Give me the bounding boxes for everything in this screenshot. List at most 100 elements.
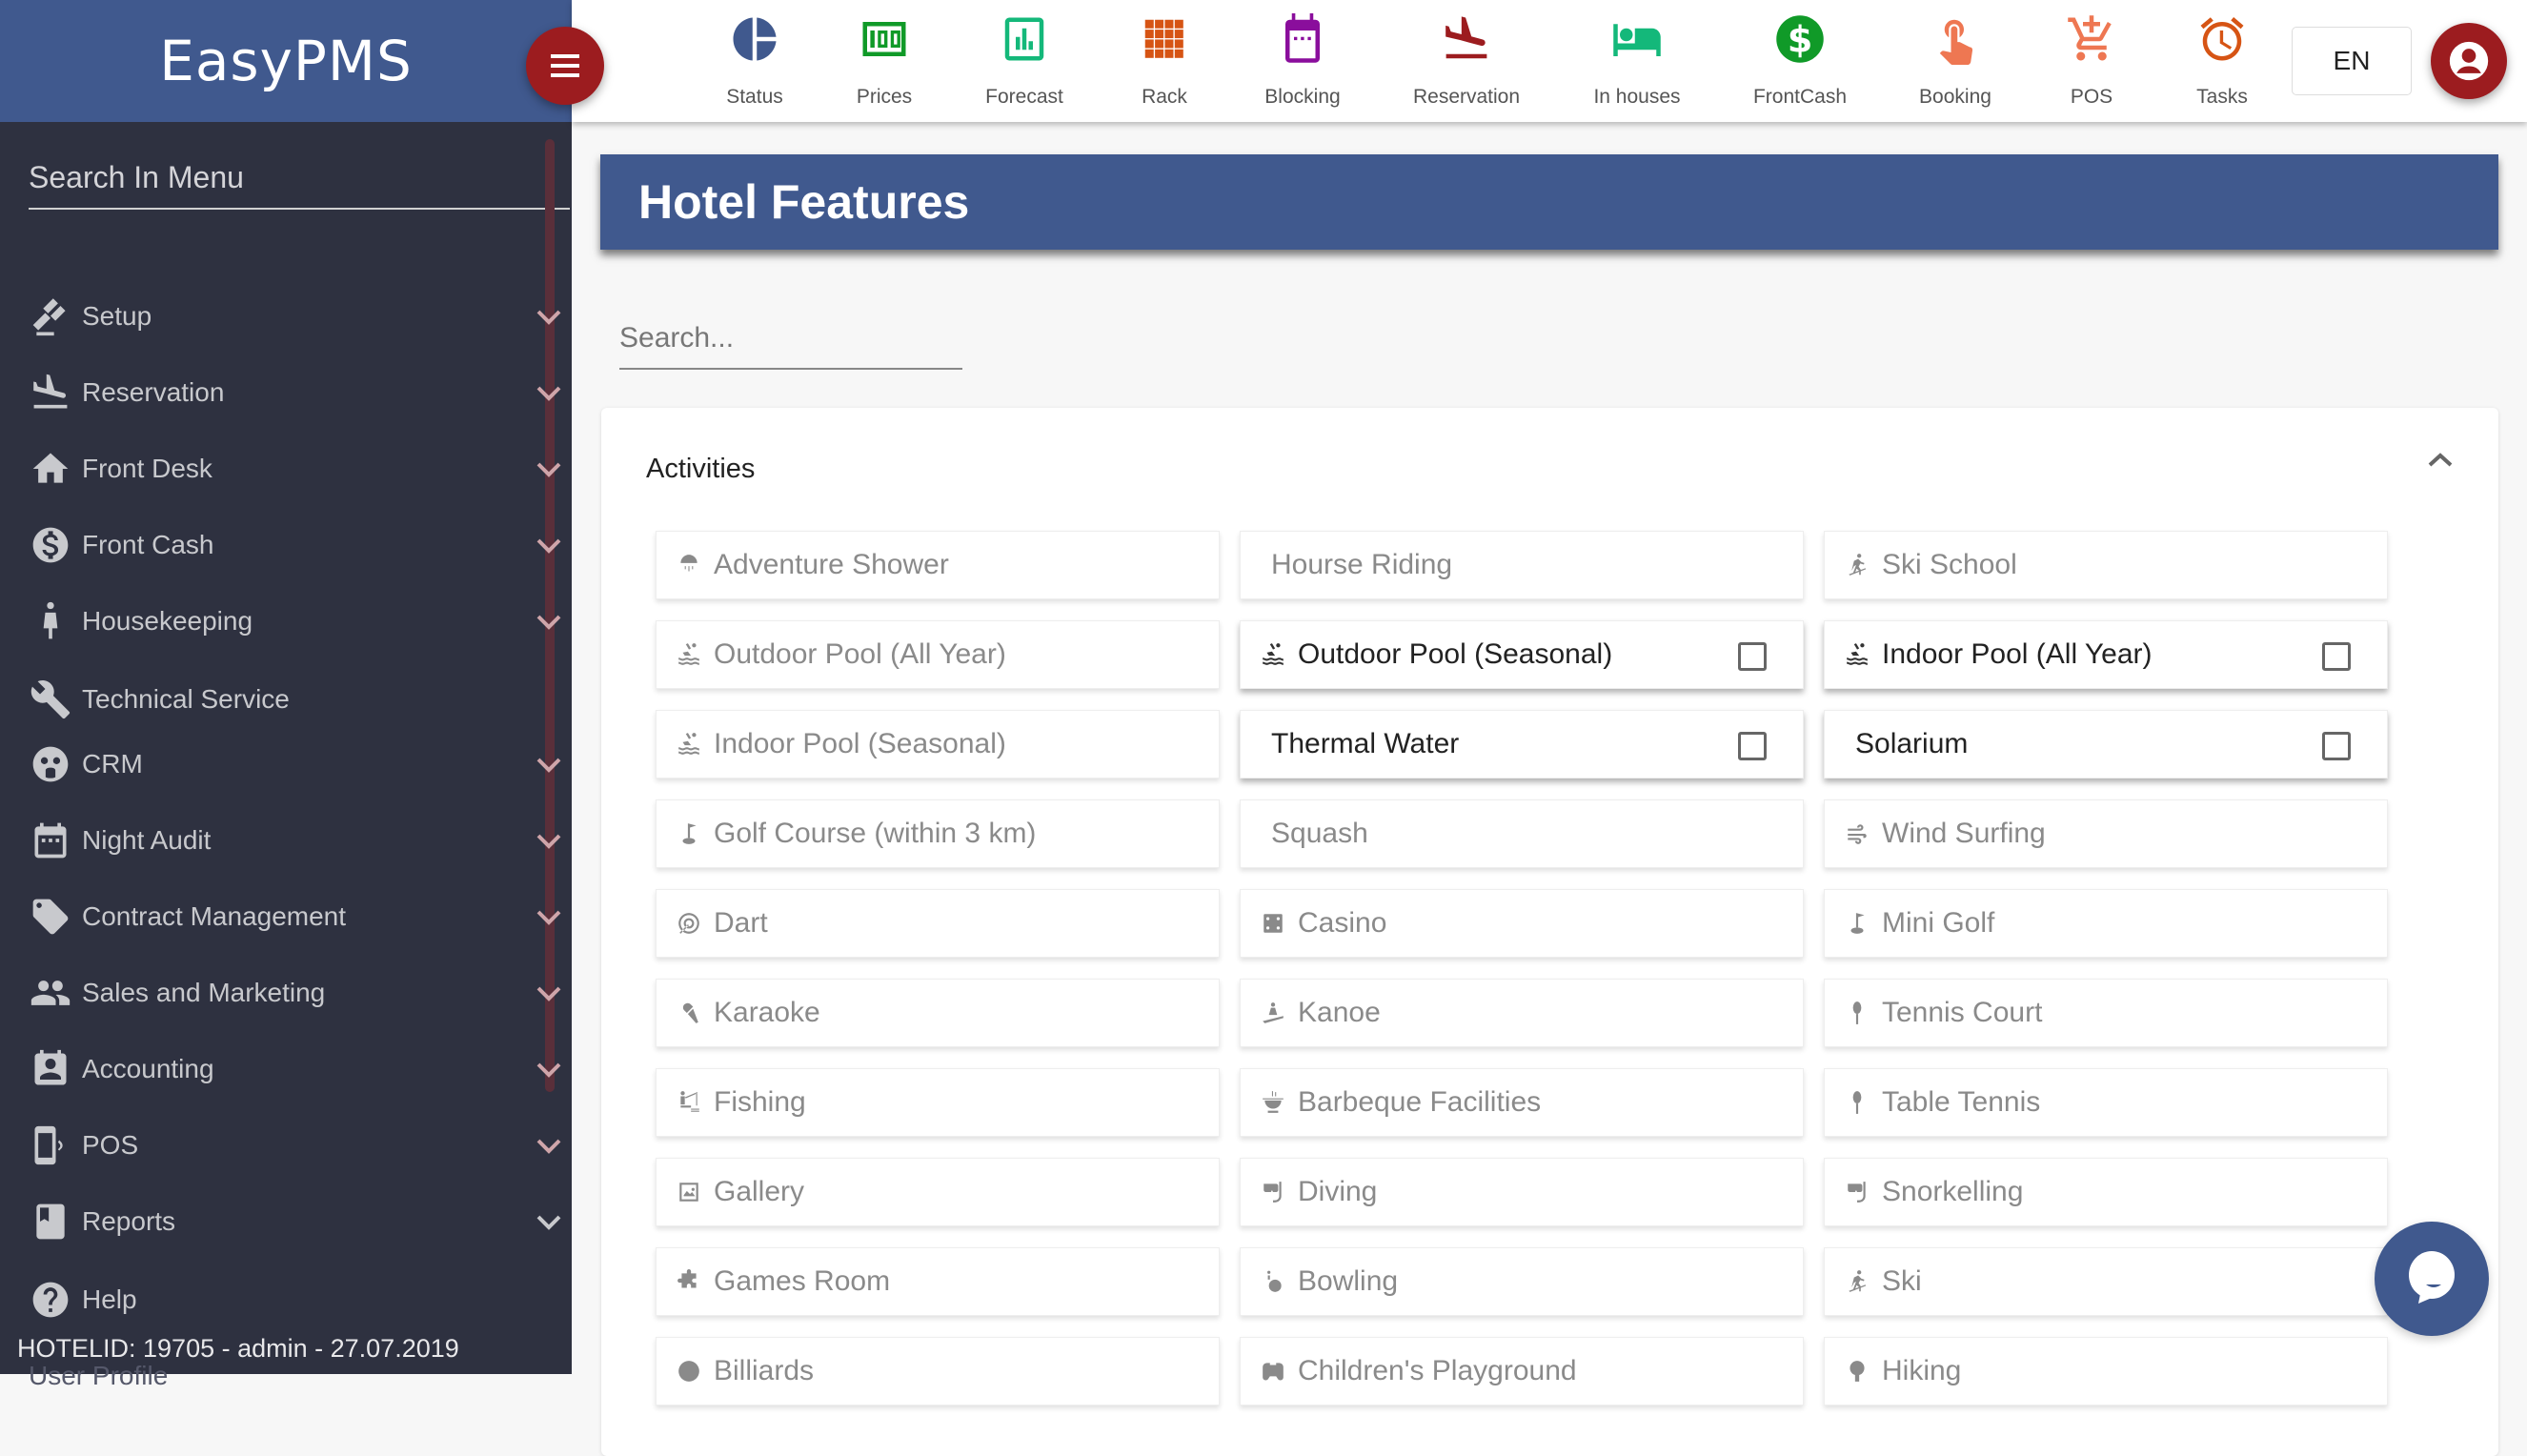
feature-checkbox[interactable] (1738, 642, 1767, 671)
sidebar-item-housekeeping[interactable]: Housekeeping (29, 593, 562, 650)
toolbar-blocking-button[interactable]: Blocking (1241, 11, 1365, 116)
sidebar-item-label: Reports (82, 1206, 176, 1236)
sidebar-item-label: Setup (82, 301, 152, 331)
sidebar-item-label: Front Cash (82, 530, 214, 559)
feature-card[interactable]: Children's Playground (1240, 1337, 1804, 1405)
feature-card[interactable]: Fishing (656, 1068, 1220, 1137)
feature-card[interactable]: Ski (1824, 1247, 2388, 1316)
collapse-button[interactable] (2426, 446, 2455, 475)
toolbar-tasks-button[interactable]: Tasks (2160, 11, 2284, 116)
feature-card[interactable]: Tennis Court (1824, 979, 2388, 1047)
pool-icon (1260, 639, 1286, 670)
sidebar-item-setup[interactable]: Setup (29, 288, 562, 345)
sidebar-item-contract-management[interactable]: Contract Management (29, 888, 562, 945)
sidebar-item-technical-service[interactable]: Technical Service (29, 671, 562, 728)
chevron-down-icon[interactable] (536, 1210, 562, 1233)
feature-card[interactable]: Hiking (1824, 1337, 2388, 1405)
toolbar-pos-button[interactable]: POS (2030, 11, 2153, 116)
toolbar-label: Tasks (2196, 86, 2248, 108)
feature-card[interactable]: Table Tennis (1824, 1068, 2388, 1137)
feature-card[interactable]: Dart (656, 889, 1220, 958)
feature-card[interactable]: Ski School (1824, 531, 2388, 599)
feature-card[interactable]: Outdoor Pool (Seasonal) (1240, 620, 1804, 689)
chevron-down-icon[interactable] (536, 905, 562, 928)
menu-search-input[interactable]: Search In Menu (29, 152, 570, 210)
sidebar-item-front-desk[interactable]: Front Desk (29, 440, 562, 497)
feature-card[interactable]: Bowling (1240, 1247, 1804, 1316)
feature-card[interactable]: Games Room (656, 1247, 1220, 1316)
feature-card[interactable]: Adventure Shower (656, 531, 1220, 599)
feature-search-input[interactable] (619, 314, 962, 370)
chevron-down-icon[interactable] (536, 381, 562, 404)
feature-label: Fishing (714, 1086, 806, 1118)
feature-card[interactable]: Thermal Water (1240, 710, 1804, 779)
chevron-down-icon[interactable] (536, 610, 562, 633)
sidebar-item-label: Help (82, 1284, 137, 1314)
feature-card[interactable]: Barbeque Facilities (1240, 1068, 1804, 1137)
menu-toggle-button[interactable] (526, 27, 604, 105)
chevron-down-icon[interactable] (536, 534, 562, 556)
toolbar-forecast-button[interactable]: Forecast (962, 11, 1086, 116)
sidebar: EasyPMS Search In Menu Setup Reservation F… (0, 0, 572, 1390)
feature-card[interactable]: Casino (1240, 889, 1804, 958)
racket-icon (1844, 998, 1870, 1028)
toolbar-label: Booking (1919, 86, 1991, 108)
sidebar-item-crm[interactable]: CRM (29, 736, 562, 793)
sidebar-item-accounting[interactable]: Accounting (29, 1041, 562, 1098)
sidebar-item-label: Technical Service (82, 684, 290, 714)
tag-icon (29, 895, 72, 939)
pie-chart-icon (693, 11, 817, 67)
golf-icon (1844, 908, 1870, 939)
feature-card[interactable]: Hourse Riding (1240, 531, 1804, 599)
toolbar-label: POS (2070, 86, 2113, 108)
feature-card[interactable]: Snorkelling (1824, 1158, 2388, 1226)
feature-label: Tennis Court (1882, 997, 2043, 1028)
toolbar-reservation-button[interactable]: Reservation (1405, 11, 1528, 116)
feature-card[interactable]: Solarium (1824, 710, 2388, 779)
feature-checkbox[interactable] (1738, 732, 1767, 760)
sidebar-item-reservation[interactable]: Reservation (29, 364, 562, 421)
feature-card[interactable]: Diving (1240, 1158, 1804, 1226)
chat-button[interactable] (2375, 1222, 2489, 1336)
chevron-down-icon[interactable] (536, 1134, 562, 1157)
feature-card[interactable]: Indoor Pool (All Year) (1824, 620, 2388, 689)
language-button[interactable]: EN (2292, 27, 2412, 95)
toolbar-booking-button[interactable]: Booking (1893, 11, 2017, 116)
user-avatar-button[interactable] (2431, 23, 2507, 99)
sidebar-item-pos[interactable]: POS (29, 1117, 562, 1174)
feature-card[interactable]: Billiards (656, 1337, 1220, 1405)
chevron-down-icon[interactable] (536, 1058, 562, 1081)
chevron-down-icon[interactable] (536, 753, 562, 776)
chevron-down-icon[interactable] (536, 457, 562, 480)
toolbar-prices-button[interactable]: Prices (822, 11, 946, 116)
chevron-down-icon[interactable] (536, 981, 562, 1004)
feature-card[interactable]: Kanoe (1240, 979, 1804, 1047)
feature-card[interactable]: Wind Surfing (1824, 799, 2388, 868)
feature-card[interactable]: Indoor Pool (Seasonal) (656, 710, 1220, 779)
chevron-down-icon[interactable] (536, 829, 562, 852)
feature-card[interactable]: Karaoke (656, 979, 1220, 1047)
bed-icon (1575, 11, 1699, 67)
feature-checkbox[interactable] (2322, 642, 2351, 671)
sidebar-item-help[interactable]: Help (29, 1271, 562, 1328)
toolbar-in-houses-button[interactable]: In houses (1575, 11, 1699, 116)
brand-logo[interactable]: EasyPMS (159, 29, 413, 93)
pos-device-icon (29, 1123, 72, 1167)
sidebar-item-sales-and-marketing[interactable]: Sales and Marketing (29, 964, 562, 1021)
toolbar-frontcash-button[interactable]: $ FrontCash (1738, 11, 1862, 116)
chevron-down-icon[interactable] (536, 305, 562, 328)
toolbar-status-button[interactable]: Status (693, 11, 817, 116)
sidebar-item-reports[interactable]: Reports (29, 1193, 562, 1250)
feature-card[interactable]: Golf Course (within 3 km) (656, 799, 1220, 868)
feature-checkbox[interactable] (2322, 732, 2351, 760)
sidebar-item-user-profile[interactable]: User Profile (29, 1361, 168, 1391)
feature-card[interactable]: Squash (1240, 799, 1804, 868)
sidebar-item-front-cash[interactable]: Front Cash (29, 516, 562, 574)
feature-card[interactable]: Outdoor Pool (All Year) (656, 620, 1220, 689)
fishing-icon (676, 1087, 702, 1118)
feature-card[interactable]: Mini Golf (1824, 889, 2388, 958)
feature-card[interactable]: Gallery (656, 1158, 1220, 1226)
sidebar-item-night-audit[interactable]: Night Audit (29, 812, 562, 869)
people-icon (29, 971, 72, 1015)
toolbar-rack-button[interactable]: Rack (1102, 11, 1226, 116)
